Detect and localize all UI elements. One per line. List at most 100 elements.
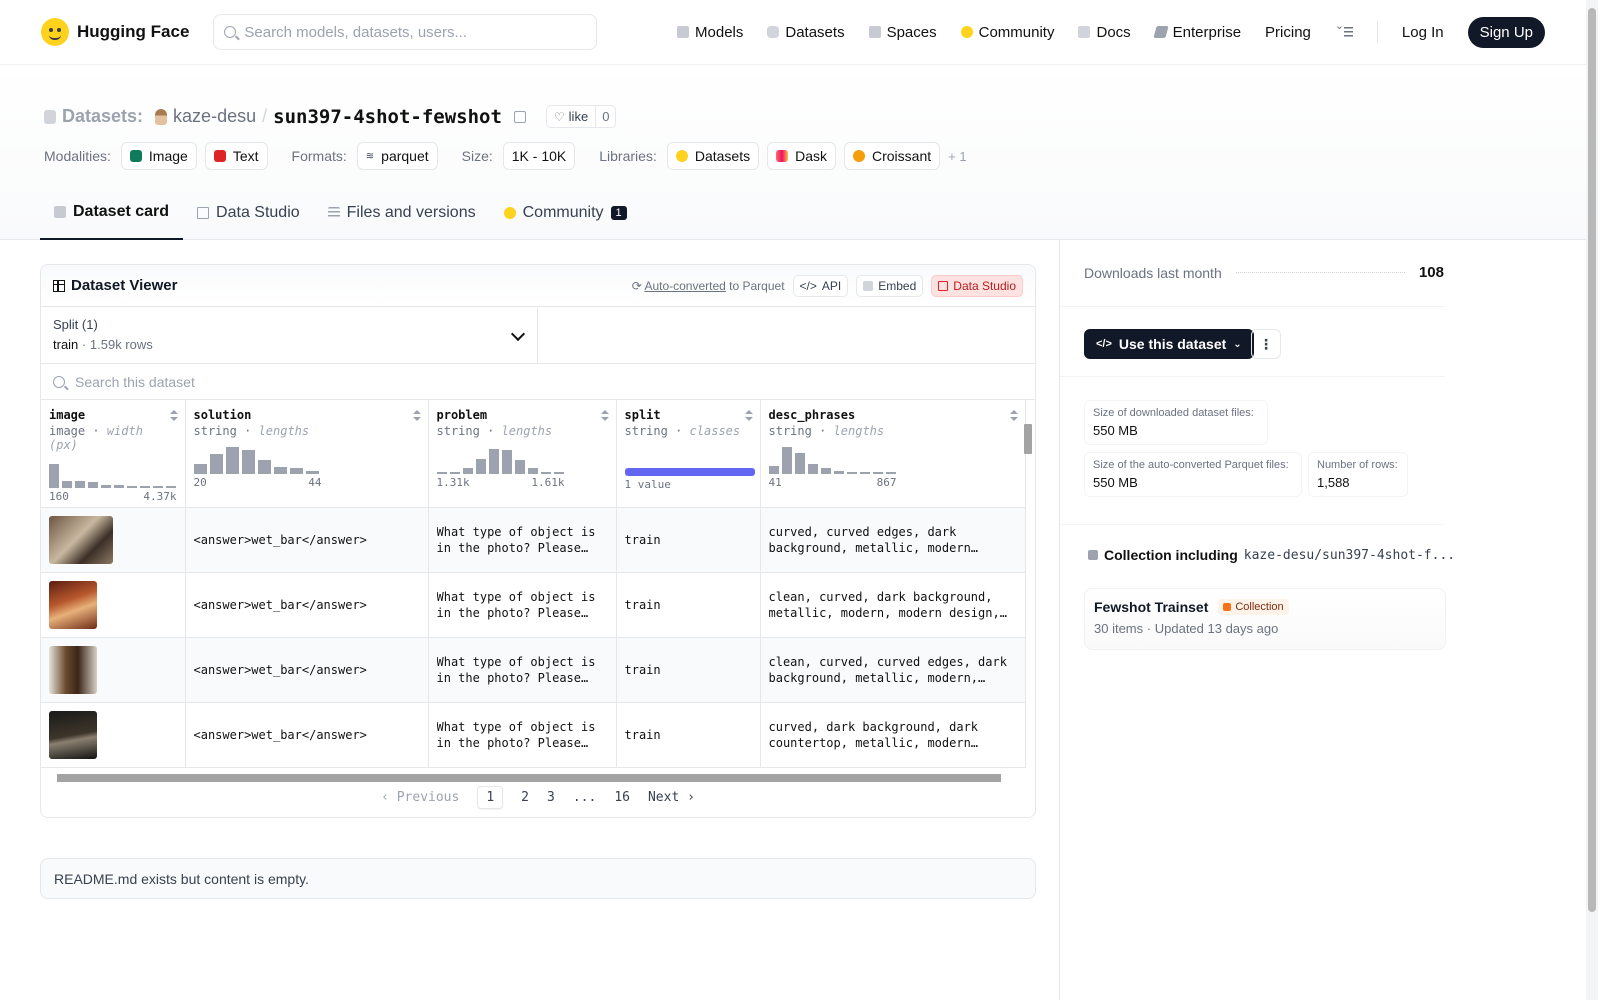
cell-solution[interactable]: <answer>wet_bar</answer> <box>185 702 429 768</box>
sort-icon[interactable] <box>744 410 753 422</box>
like-action[interactable]: ♡ like <box>547 106 597 127</box>
embed-button[interactable]: Embed <box>856 274 924 297</box>
histogram-bar[interactable] <box>225 447 239 474</box>
repo-name-link[interactable]: sun397-4shot-fewshot <box>273 106 502 128</box>
cell-split[interactable]: train <box>616 702 761 768</box>
histogram-bar[interactable] <box>462 468 473 474</box>
more-options-icon[interactable]: ⋮ <box>1251 329 1281 359</box>
cell-desc-phrases[interactable]: curved, dark background, dark countertop… <box>760 702 1026 768</box>
copy-icon[interactable] <box>513 110 526 123</box>
signup-button[interactable]: Sign Up <box>1467 16 1545 48</box>
page-button-3[interactable]: 3 <box>547 790 555 805</box>
histogram-bar[interactable] <box>859 472 870 474</box>
cell-image[interactable] <box>41 637 186 703</box>
split-selector[interactable]: Split (1) train · 1.59k rows <box>41 307 538 363</box>
nav-pricing[interactable]: Pricing <box>1265 24 1311 41</box>
histogram-bar[interactable] <box>127 485 137 488</box>
scrollbar-thumb[interactable] <box>1024 424 1032 454</box>
histogram-bar[interactable] <box>193 464 207 474</box>
nav-community[interactable]: Community <box>960 24 1054 41</box>
col-header-problem[interactable]: problem string · lengths 1.31k 1.61k <box>428 400 617 508</box>
page-scrollbar[interactable] <box>1586 0 1598 1000</box>
cell-problem[interactable]: What type of object is in the photo? Ple… <box>428 702 617 768</box>
tab-data-studio[interactable]: Data Studio <box>183 186 314 240</box>
owner-avatar[interactable] <box>155 108 168 125</box>
cell-problem[interactable]: What type of object is in the photo? Ple… <box>428 572 617 638</box>
tab-community[interactable]: Community 1 <box>490 186 641 240</box>
tab-dataset-card[interactable]: Dataset card <box>40 186 184 240</box>
tab-files-versions[interactable]: Files and versions <box>314 186 490 240</box>
collection-card[interactable]: Fewshot Trainset Collection 30 items · U… <box>1084 588 1446 650</box>
tag-modality-text[interactable]: Text <box>204 142 268 170</box>
more-libraries-link[interactable]: + 1 <box>948 149 966 164</box>
histogram-bar[interactable] <box>781 447 792 474</box>
histogram-bar[interactable] <box>885 472 896 474</box>
histogram-bar[interactable] <box>273 467 287 474</box>
scrollbar-thumb[interactable] <box>1588 8 1596 912</box>
histogram-bar[interactable] <box>846 471 857 474</box>
cell-solution[interactable]: <answer>wet_bar</answer> <box>185 637 429 703</box>
cell-image[interactable] <box>41 507 186 573</box>
auto-converted-link[interactable]: Auto-converted <box>644 279 725 293</box>
previous-page-button[interactable]: ‹ Previous <box>381 790 459 805</box>
histogram-bar[interactable] <box>305 471 319 474</box>
tag-library-croissant[interactable]: Croissant <box>844 142 941 170</box>
histogram-bar[interactable] <box>449 471 460 474</box>
histogram-bar[interactable] <box>475 458 486 474</box>
data-studio-button[interactable]: Data Studio <box>931 274 1023 297</box>
histogram-bar[interactable] <box>540 472 551 474</box>
table-row[interactable]: <answer>wet_bar</answer> What type of ob… <box>41 702 1026 768</box>
histogram-bar[interactable] <box>62 481 72 488</box>
cell-image[interactable] <box>41 702 186 768</box>
histogram-bar[interactable] <box>241 450 255 474</box>
cell-problem[interactable]: What type of object is in the photo? Ple… <box>428 637 617 703</box>
histogram-bar[interactable] <box>768 465 779 474</box>
api-button[interactable]: </> API <box>792 274 849 297</box>
histogram-bar[interactable] <box>872 472 883 474</box>
cell-problem[interactable]: What type of object is in the photo? Ple… <box>428 507 617 573</box>
sort-icon[interactable] <box>169 410 178 422</box>
page-button-1[interactable]: 1 <box>477 785 504 809</box>
brand-logo[interactable]: Hugging Face <box>41 18 189 46</box>
histogram-bar[interactable] <box>257 460 271 474</box>
global-search-input[interactable]: Search models, datasets, users... <box>213 14 598 50</box>
cell-solution[interactable]: <answer>wet_bar</answer> <box>185 572 429 638</box>
use-this-dataset-button[interactable]: </> Use this dataset ⌄ <box>1084 329 1254 359</box>
table-vertical-scrollbar[interactable] <box>1023 412 1033 772</box>
col-header-image[interactable]: image image · width (px) 160 4.37k <box>41 400 186 508</box>
table-row[interactable]: <answer>wet_bar</answer> What type of ob… <box>41 572 1026 638</box>
dataset-search-input[interactable]: Search this dataset <box>41 364 1035 400</box>
cell-split[interactable]: train <box>616 637 761 703</box>
tag-library-datasets[interactable]: Datasets <box>666 142 760 170</box>
like-count[interactable]: 0 <box>596 109 615 124</box>
histogram-bar[interactable] <box>833 470 844 474</box>
cell-split[interactable]: train <box>616 507 761 573</box>
tag-library-dask[interactable]: Dask <box>767 142 836 170</box>
histogram-bar[interactable] <box>436 472 447 474</box>
image-thumbnail[interactable] <box>49 646 97 694</box>
cell-split[interactable]: train <box>616 572 761 638</box>
col-header-desc-phrases[interactable]: desc_phrases string · lengths 41 867 <box>760 400 1026 508</box>
nav-docs[interactable]: Docs <box>1078 24 1131 41</box>
image-thumbnail[interactable] <box>49 516 113 564</box>
nav-spaces[interactable]: Spaces <box>868 24 937 41</box>
histogram-bar[interactable] <box>166 486 176 488</box>
login-link[interactable]: Log In <box>1402 24 1444 41</box>
histogram-bar[interactable] <box>289 468 303 474</box>
collection-name[interactable]: Fewshot Trainset <box>1094 599 1208 615</box>
table-row[interactable]: <answer>wet_bar</answer> What type of ob… <box>41 637 1026 703</box>
histogram-bar[interactable] <box>75 481 85 488</box>
cell-solution[interactable]: <answer>wet_bar</answer> <box>185 507 429 573</box>
image-thumbnail[interactable] <box>49 711 97 759</box>
histogram-bar[interactable] <box>101 484 111 488</box>
next-page-button[interactable]: Next › <box>648 790 695 805</box>
histogram-bar[interactable] <box>88 482 98 488</box>
nav-datasets[interactable]: Datasets <box>767 24 845 41</box>
cell-desc-phrases[interactable]: clean, curved, dark background, metallic… <box>760 572 1026 638</box>
like-button[interactable]: ♡ like 0 <box>545 105 617 128</box>
histogram-bar[interactable] <box>794 453 805 474</box>
cell-image[interactable] <box>41 572 186 638</box>
sort-icon[interactable] <box>412 410 421 422</box>
sort-icon[interactable] <box>600 410 609 422</box>
repo-owner-link[interactable]: kaze-desu <box>173 106 256 127</box>
